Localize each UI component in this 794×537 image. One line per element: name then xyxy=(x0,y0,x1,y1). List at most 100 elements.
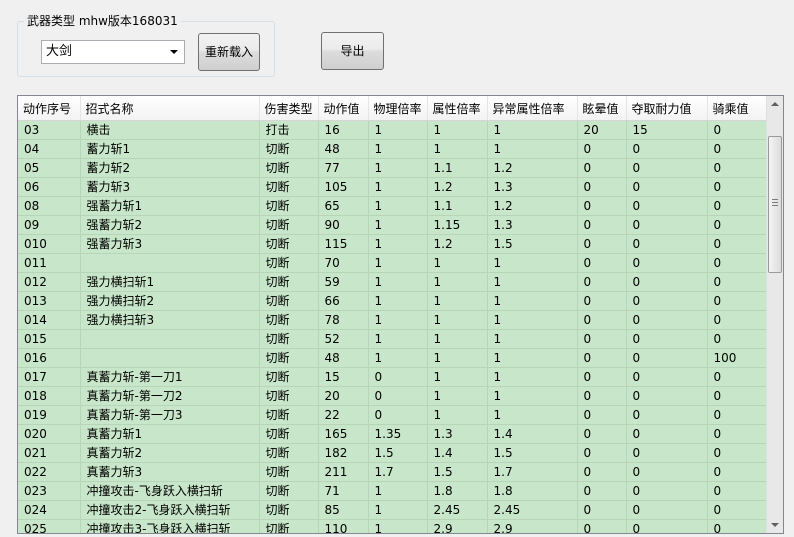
table-row[interactable]: 010 强蓄力斩3 切断 115 1 1.2 1.5 0 0 0 xyxy=(18,234,767,254)
table-row[interactable]: 019 真蓄力斩-第一刀3 切断 22 0 1 1 0 0 0 xyxy=(18,405,767,425)
table-row[interactable]: 016 切断 48 1 1 1 0 0 100 xyxy=(18,348,767,368)
table-cell: 1 xyxy=(368,234,428,254)
table-row[interactable]: 013 强力横扫斩2 切断 66 1 1 1 0 0 0 xyxy=(18,291,767,311)
table-cell: 真蓄力斩-第一刀3 xyxy=(80,405,260,425)
table-row[interactable]: 08 强蓄力斩1 切断 65 1 1.1 1.2 0 0 0 xyxy=(18,196,767,216)
column-header[interactable]: 夺取耐力值 xyxy=(626,96,708,121)
table-cell: 冲撞攻击3-飞身跃入横扫斩 xyxy=(80,519,260,533)
vertical-scrollbar[interactable] xyxy=(766,96,783,533)
table-cell: 1.5 xyxy=(487,443,578,463)
table-row[interactable]: 011 切断 70 1 1 1 0 0 0 xyxy=(18,253,767,273)
table-cell: 0 xyxy=(707,139,767,159)
table-cell: 1 xyxy=(368,215,428,235)
table-row[interactable]: 020 真蓄力斩1 切断 165 1.35 1.3 1.4 0 0 0 xyxy=(18,424,767,444)
table-cell: 1 xyxy=(427,139,488,159)
table-cell: 04 xyxy=(18,139,81,159)
table-cell: 77 xyxy=(318,158,369,178)
table-cell: 1.7 xyxy=(487,462,578,482)
table-cell: 012 xyxy=(18,272,81,292)
table-cell: 0 xyxy=(626,329,708,349)
table-cell: 08 xyxy=(18,196,81,216)
table-cell: 1 xyxy=(427,386,488,406)
table-row[interactable]: 09 强蓄力斩2 切断 90 1 1.15 1.3 0 0 0 xyxy=(18,215,767,235)
column-header[interactable]: 异常属性倍率 xyxy=(487,96,578,121)
table-row[interactable]: 04 蓄力斩1 切断 48 1 1 1 0 0 0 xyxy=(18,139,767,159)
table-cell: 1.2 xyxy=(427,234,488,254)
table-cell: 1.5 xyxy=(427,462,488,482)
scrollbar-thumb[interactable] xyxy=(768,136,782,273)
table-cell: 1 xyxy=(487,310,578,330)
column-header[interactable]: 眩晕值 xyxy=(577,96,627,121)
table-cell: 1 xyxy=(368,310,428,330)
table-cell: 024 xyxy=(18,500,81,520)
table-cell: 真蓄力斩2 xyxy=(80,443,260,463)
table-cell: 切断 xyxy=(259,348,319,368)
column-header[interactable]: 动作值 xyxy=(318,96,369,121)
table-cell: 切断 xyxy=(259,405,319,425)
table-cell xyxy=(80,329,260,349)
table-row[interactable]: 015 切断 52 1 1 1 0 0 0 xyxy=(18,329,767,349)
table-cell: 真蓄力斩1 xyxy=(80,424,260,444)
table-row[interactable]: 018 真蓄力斩-第一刀2 切断 20 0 1 1 0 0 0 xyxy=(18,386,767,406)
table-cell: 65 xyxy=(318,196,369,216)
table-cell: 0 xyxy=(707,519,767,533)
grip-line xyxy=(772,202,778,203)
weapon-type-group-title: 武器类型 mhw版本168031 xyxy=(24,13,181,29)
table-cell: 0 xyxy=(626,367,708,387)
scroll-up-arrow-icon[interactable] xyxy=(771,102,779,106)
table-row[interactable]: 03 横击 打击 16 1 1 1 20 15 0 xyxy=(18,120,767,140)
column-header[interactable]: 属性倍率 xyxy=(427,96,488,121)
table-cell: 017 xyxy=(18,367,81,387)
table-cell: 71 xyxy=(318,481,369,501)
table-cell: 切断 xyxy=(259,272,319,292)
table-cell: 0 xyxy=(577,215,627,235)
column-header[interactable]: 物理倍率 xyxy=(368,96,428,121)
table-cell: 014 xyxy=(18,310,81,330)
table-row[interactable]: 012 强力横扫斩1 切断 59 1 1 1 0 0 0 xyxy=(18,272,767,292)
table-cell: 1 xyxy=(368,120,428,140)
table-cell: 蓄力斩2 xyxy=(80,158,260,178)
table-cell: 0 xyxy=(707,481,767,501)
table-cell: 100 xyxy=(707,348,767,368)
reload-button[interactable]: 重新载入 xyxy=(198,33,260,71)
table-row[interactable]: 021 真蓄力斩2 切断 182 1.5 1.4 1.5 0 0 0 xyxy=(18,443,767,463)
table-cell: 010 xyxy=(18,234,81,254)
export-button[interactable]: 导出 xyxy=(321,32,384,70)
table-row[interactable]: 023 冲撞攻击-飞身跃入横扫斩 切断 71 1 1.8 1.8 0 0 0 xyxy=(18,481,767,501)
column-header[interactable]: 伤害类型 xyxy=(259,96,319,121)
table-cell: 切断 xyxy=(259,234,319,254)
table-cell: 切断 xyxy=(259,500,319,520)
table-cell: 横击 xyxy=(80,120,260,140)
table-row[interactable]: 025 冲撞攻击3-飞身跃入横扫斩 切断 110 1 2.9 2.9 0 0 0 xyxy=(18,519,767,533)
table-cell: 0 xyxy=(626,443,708,463)
table-cell: 0 xyxy=(626,196,708,216)
table-row[interactable]: 024 冲撞攻击2-飞身跃入横扫斩 切断 85 1 2.45 2.45 0 0 0 xyxy=(18,500,767,520)
column-header[interactable]: 动作序号 xyxy=(18,96,81,121)
table-cell: 1.2 xyxy=(427,177,488,197)
table-row[interactable]: 022 真蓄力斩3 切断 211 1.7 1.5 1.7 0 0 0 xyxy=(18,462,767,482)
table-cell: 强力横扫斩1 xyxy=(80,272,260,292)
table-cell: 切断 xyxy=(259,329,319,349)
table-cell: 0 xyxy=(707,253,767,273)
table-row[interactable]: 05 蓄力斩2 切断 77 1 1.1 1.2 0 0 0 xyxy=(18,158,767,178)
scroll-down-arrow-icon[interactable] xyxy=(771,523,779,527)
table-cell: 冲撞攻击-飞身跃入横扫斩 xyxy=(80,481,260,501)
column-header[interactable]: 骑乘值 xyxy=(707,96,767,121)
table-cell: 0 xyxy=(577,367,627,387)
table-row[interactable]: 017 真蓄力斩-第一刀1 切断 15 0 1 1 0 0 0 xyxy=(18,367,767,387)
weapon-type-select[interactable]: 大剑 xyxy=(41,40,185,64)
table-row[interactable]: 014 强力横扫斩3 切断 78 1 1 1 0 0 0 xyxy=(18,310,767,330)
table-cell: 1 xyxy=(427,253,488,273)
column-header[interactable]: 招式名称 xyxy=(80,96,260,121)
table-cell: 切断 xyxy=(259,158,319,178)
chevron-down-icon xyxy=(170,50,178,54)
table-cell: 182 xyxy=(318,443,369,463)
attack-data-table[interactable]: 动作序号 招式名称 伤害类型 动作值 物理倍率 属性倍率 异常属性倍率 眩晕值 夺取耐力值 骑乘值… xyxy=(17,95,784,534)
table-cell: 0 xyxy=(577,500,627,520)
table-cell: 59 xyxy=(318,272,369,292)
table-cell: 06 xyxy=(18,177,81,197)
table-row[interactable]: 06 蓄力斩3 切断 105 1 1.2 1.3 0 0 0 xyxy=(18,177,767,197)
table-cell: 0 xyxy=(626,158,708,178)
table-cell: 52 xyxy=(318,329,369,349)
table-cell: 2.45 xyxy=(487,500,578,520)
